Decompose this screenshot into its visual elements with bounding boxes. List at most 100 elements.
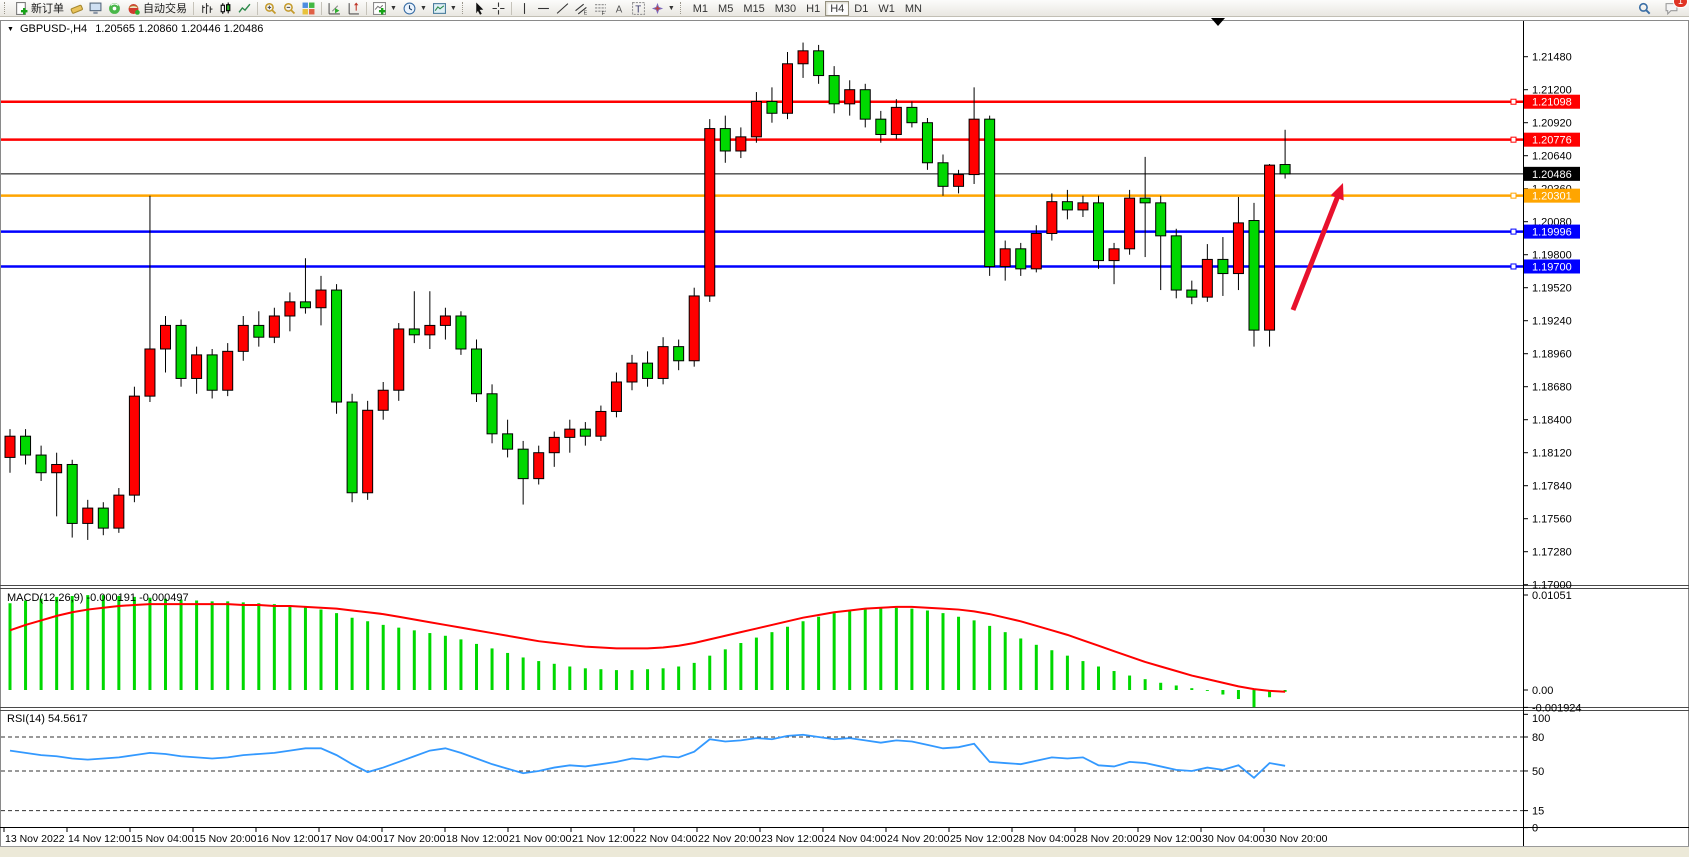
rsi-indicator-label: RSI(14) 54.5617: [7, 713, 88, 725]
search-button[interactable]: [1635, 0, 1654, 16]
candle: [472, 349, 482, 394]
candle: [1233, 223, 1243, 274]
level-line-handle[interactable]: [1511, 137, 1516, 142]
level-line-handle[interactable]: [1511, 229, 1516, 234]
fibonacci-tool-button[interactable]: F: [591, 0, 610, 16]
eraser-icon: [70, 2, 83, 15]
candle: [1171, 236, 1181, 290]
templates-button[interactable]: ▼: [430, 0, 460, 16]
periods-button[interactable]: ▼: [400, 0, 430, 16]
candle: [783, 64, 793, 113]
time-tick-label: 22 Nov 04:00: [635, 833, 698, 845]
candle: [891, 107, 901, 134]
candle: [176, 325, 186, 378]
text-label-tool-button[interactable]: T: [629, 0, 648, 16]
candle: [145, 349, 155, 396]
candle: [223, 351, 233, 390]
candlestick-chart-button[interactable]: [216, 0, 235, 16]
time-tick-label: 17 Nov 04:00: [320, 833, 383, 845]
candle: [36, 455, 46, 473]
ohlc-bars-icon: [200, 2, 213, 15]
candle: [969, 119, 979, 174]
timeframe-m30-button[interactable]: M30: [770, 1, 801, 16]
fibonacci-icon: F: [594, 2, 607, 15]
candle: [254, 325, 264, 337]
price-tick-label: 1.17280: [1532, 547, 1572, 559]
candle: [114, 495, 124, 528]
crosshair-tool-button[interactable]: [489, 0, 508, 16]
candle: [643, 363, 653, 378]
toolbar-separator: [366, 2, 367, 15]
line-chart-button[interactable]: [235, 0, 254, 16]
candle: [1156, 203, 1166, 236]
tile-windows-button[interactable]: [299, 0, 318, 16]
time-tick-label: 30 Nov 04:00: [1202, 833, 1265, 845]
toolbar: 新订单 自动交易 ▼ ▼: [0, 0, 1689, 17]
candle: [440, 316, 450, 325]
timeframe-w1-button[interactable]: W1: [873, 1, 900, 16]
price-badge-label: 1.19700: [1532, 261, 1572, 273]
equidistant-channel-tool-button[interactable]: E: [572, 0, 591, 16]
time-tick-label: 14 Nov 12:00: [68, 833, 131, 845]
dropdown-caret: ▼: [390, 5, 397, 12]
auto-scroll-button[interactable]: [325, 0, 344, 16]
time-tick-label: 24 Nov 20:00: [887, 833, 950, 845]
arrows-shapes-icon: [651, 2, 664, 15]
chart-canvas[interactable]: 1.214801.212001.209201.206401.203601.200…: [0, 17, 1689, 857]
time-tick-label: 16 Nov 12:00: [257, 833, 320, 845]
candle: [611, 382, 621, 411]
metaeditor-button[interactable]: [86, 0, 105, 16]
price-tick-label: 1.20920: [1532, 118, 1572, 130]
cursor-tool-button[interactable]: [470, 0, 489, 16]
tile-windows-icon: [302, 2, 315, 15]
chart-shift-button[interactable]: [344, 0, 363, 16]
text-tool-button[interactable]: A: [610, 0, 629, 16]
rsi-scale-label: 50: [1532, 766, 1544, 778]
new-order-button[interactable]: 新订单: [12, 0, 67, 16]
timeframe-h4-button[interactable]: H4: [825, 1, 849, 16]
timeframe-m15-button[interactable]: M15: [738, 1, 769, 16]
candle: [658, 347, 668, 379]
auto-trading-button[interactable]: 自动交易: [124, 0, 190, 16]
candle: [518, 449, 528, 478]
level-line-handle[interactable]: [1511, 99, 1516, 104]
candle: [425, 325, 435, 334]
time-tick-label: 21 Nov 00:00: [509, 833, 572, 845]
indicators-button[interactable]: ▼: [370, 0, 400, 16]
candle: [720, 129, 730, 151]
timeframe-h1-button[interactable]: H1: [801, 1, 825, 16]
dropdown-caret: ▼: [420, 5, 427, 12]
price-tick-label: 1.21480: [1532, 52, 1572, 64]
toolbar-grip: [4, 2, 8, 14]
candle: [394, 329, 404, 390]
text-icon: A: [613, 2, 626, 15]
arrows-tool-button[interactable]: ▼: [648, 0, 678, 16]
candle: [922, 123, 932, 163]
zoom-out-button[interactable]: [280, 0, 299, 16]
time-tick-label: 25 Nov 12:00: [950, 833, 1013, 845]
collapse-triangle-icon[interactable]: ▼: [7, 26, 14, 33]
zoom-in-button[interactable]: [261, 0, 280, 16]
level-line-handle[interactable]: [1511, 193, 1516, 198]
candle: [316, 290, 326, 308]
template-icon: [433, 2, 446, 15]
timeframe-m1-button[interactable]: M1: [688, 1, 713, 16]
candle: [985, 119, 995, 266]
level-line-handle[interactable]: [1511, 264, 1516, 269]
candle: [1094, 203, 1104, 261]
price-tick-label: 1.17560: [1532, 514, 1572, 526]
vertical-line-tool-button[interactable]: [515, 0, 534, 16]
alerts-button[interactable]: [105, 0, 124, 16]
bar-chart-button[interactable]: [197, 0, 216, 16]
timeframe-mn-button[interactable]: MN: [900, 1, 927, 16]
time-tick-label: 13 Nov 2022: [5, 833, 65, 845]
time-tick-label: 15 Nov 20:00: [194, 833, 257, 845]
trendline-tool-button[interactable]: [553, 0, 572, 16]
styler-button[interactable]: [67, 0, 86, 16]
timeframe-d1-button[interactable]: D1: [849, 1, 873, 16]
svg-text:E: E: [583, 10, 587, 15]
toolbar-separator: [257, 2, 258, 15]
timeframe-m5-button[interactable]: M5: [713, 1, 738, 16]
horizontal-line-tool-button[interactable]: [534, 0, 553, 16]
candle: [285, 302, 295, 316]
